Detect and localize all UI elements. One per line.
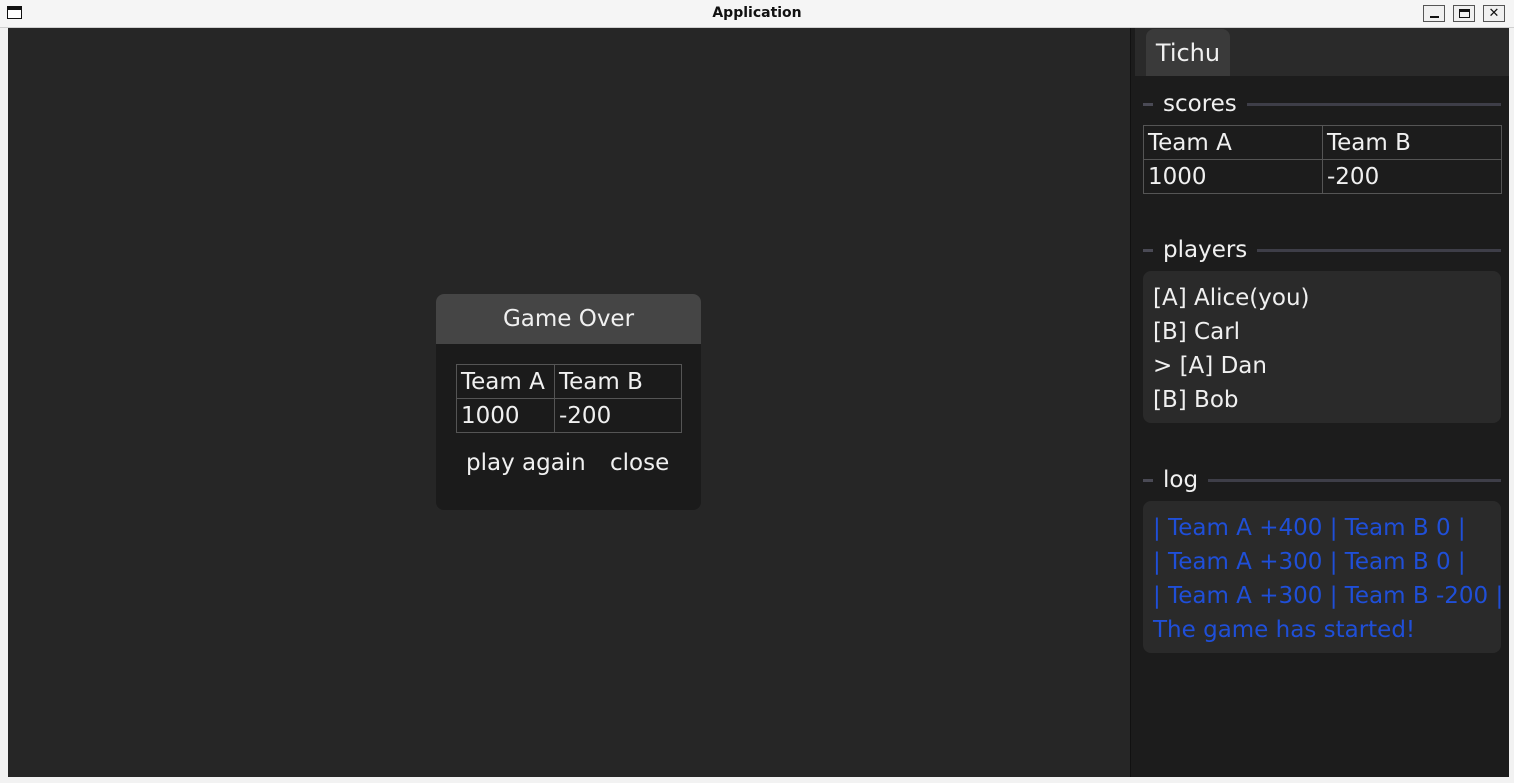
list-item: [A] Alice(you) [1153, 285, 1310, 311]
dialog-title: Game Over [436, 294, 701, 344]
log-entry: | Team A +300 | Team B -200 | [1153, 583, 1504, 609]
list-item: [B] Bob [1153, 387, 1239, 413]
table-row: Team A Team B [1143, 125, 1502, 160]
table-header-cell: Team A [1143, 125, 1323, 160]
divider [1246, 102, 1501, 106]
minimize-icon [1429, 16, 1439, 18]
close-button[interactable]: close [610, 446, 669, 480]
list-item: [B] Carl [1153, 319, 1241, 345]
divider [1143, 478, 1153, 482]
minimize-button[interactable] [1423, 5, 1445, 22]
table-header-cell: Team A [456, 364, 555, 399]
close-window-button[interactable]: ✕ [1483, 5, 1505, 22]
players-list: [A] Alice(you) [B] Carl > [A] Dan [B] Bo… [1143, 271, 1501, 423]
game-over-dialog: Game Over Team A Team B 1000 -200 play a… [436, 294, 701, 510]
table-cell: 1000 [456, 398, 555, 433]
table-cell: 1000 [1143, 159, 1323, 194]
log-heading: log [1163, 467, 1199, 493]
log-entry: | Team A +300 | Team B 0 | [1153, 549, 1466, 575]
tab-tichu[interactable]: Tichu [1146, 29, 1230, 76]
score-table: Team A Team B 1000 -200 [1143, 125, 1502, 194]
scores-section-header: scores [1143, 89, 1501, 119]
divider [1257, 248, 1501, 252]
window-title: Application [712, 5, 802, 21]
table-cell: -200 [1322, 159, 1502, 194]
application-window: Application ✕ Game Over Team A Team B 10… [0, 0, 1514, 783]
tab-bar: Tichu [1135, 28, 1509, 76]
table-header-cell: Team B [554, 364, 682, 399]
table-cell: -200 [554, 398, 682, 433]
log-list: | Team A +400 | Team B 0 | | Team A +300… [1143, 501, 1504, 653]
table-row: 1000 -200 [456, 398, 682, 433]
table-row: 1000 -200 [1143, 159, 1502, 194]
maximize-icon [1458, 9, 1470, 18]
scores-heading: scores [1163, 91, 1237, 117]
players-heading: players [1163, 237, 1248, 263]
title-bar: Application ✕ [0, 0, 1514, 28]
sidebar: Tichu scores Team A Team B 1000 -200 pla… [1130, 28, 1509, 777]
divider [1143, 102, 1153, 106]
log-entry: | Team A +400 | Team B 0 | [1153, 515, 1466, 541]
table-header-cell: Team B [1322, 125, 1502, 160]
players-section-header: players [1143, 235, 1501, 265]
log-entry: The game has started! [1153, 617, 1416, 643]
divider [1208, 478, 1501, 482]
table-row: Team A Team B [456, 364, 682, 399]
play-again-button[interactable]: play again [466, 446, 586, 480]
divider [1143, 248, 1153, 252]
dialog-score-table: Team A Team B 1000 -200 [456, 364, 682, 433]
close-icon: ✕ [1488, 6, 1500, 21]
maximize-button[interactable] [1453, 5, 1475, 22]
list-item: > [A] Dan [1153, 353, 1267, 379]
log-section-header: log [1143, 465, 1501, 495]
